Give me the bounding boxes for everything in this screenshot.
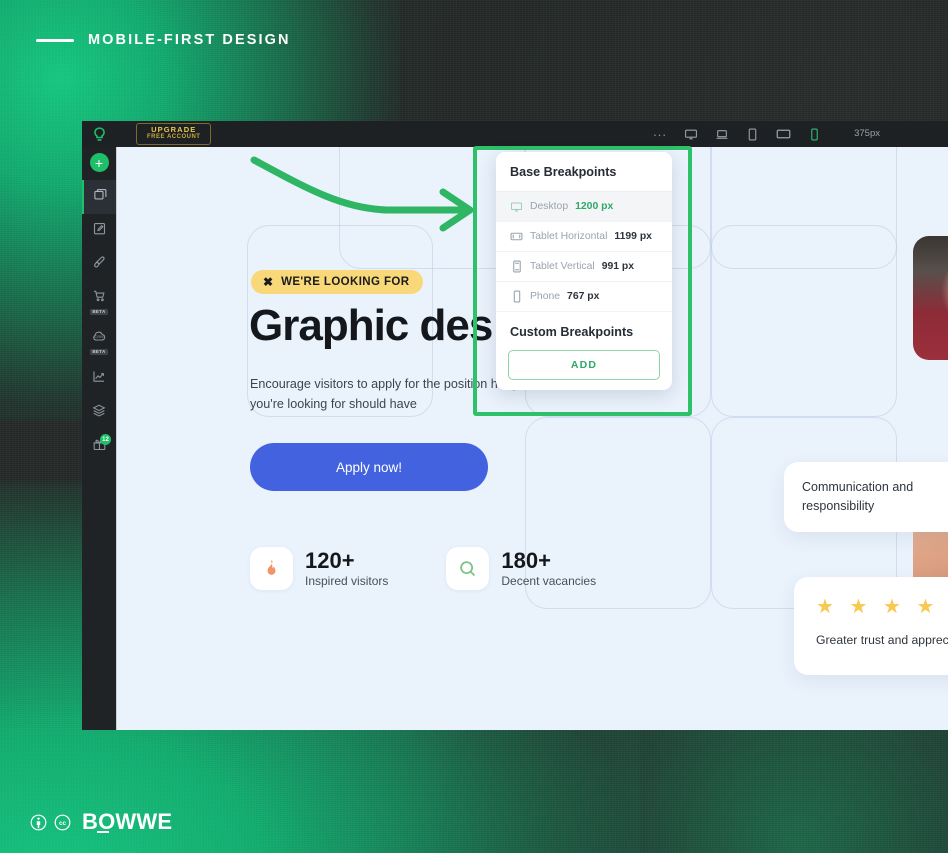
creative-commons-by-icon	[30, 814, 47, 831]
app-topbar: UPGRADE FREE ACCOUNT ... 375px	[82, 121, 948, 147]
breakpoints-panel[interactable]: Base Breakpoints Desktop 1200 px Tablet …	[496, 152, 672, 390]
svg-text:cc: cc	[59, 820, 67, 827]
sidebar-item-layers[interactable]	[82, 396, 116, 430]
bowwe-bulb-logo-icon[interactable]	[82, 121, 116, 147]
sidebar-item-pages[interactable]	[82, 180, 116, 214]
beta-badge: BETA	[89, 308, 109, 316]
crm-cloud-icon: CRM	[91, 329, 107, 348]
sidebar-item-design[interactable]	[82, 248, 116, 282]
stat-value: 120+	[305, 547, 355, 573]
layers-stack-icon	[91, 403, 107, 423]
search-magnifier-icon	[446, 547, 490, 590]
hero-heading: Graphic des	[249, 301, 493, 350]
breakpoint-value: 1200 px	[575, 201, 614, 212]
x-star-icon: ✖	[263, 275, 274, 289]
desktop-icon[interactable]	[683, 127, 698, 141]
stat-value: 180+	[501, 547, 551, 573]
page-header: MOBILE-FIRST DESIGN	[36, 32, 291, 48]
stat-label: Decent vacancies	[501, 574, 597, 589]
creative-commons-icon: cc	[54, 814, 71, 831]
breakpoint-value: 767 px	[567, 291, 600, 302]
more-options-icon[interactable]: ...	[653, 125, 667, 139]
add-element-button[interactable]: +	[89, 153, 109, 172]
tablet-horizontal-icon[interactable]	[776, 127, 791, 141]
breakpoint-value: 1199 px	[614, 231, 652, 242]
communication-card: Communication and responsibility	[784, 462, 948, 532]
paintbrush-icon	[92, 255, 107, 275]
breakpoint-label: Tablet Horizontal	[530, 231, 608, 242]
breakpoint-label: Tablet Vertical	[530, 261, 595, 272]
shopping-cart-icon	[92, 289, 107, 308]
communication-label: Communication and responsibility	[802, 480, 914, 513]
bowwe-wordmark: BOWWE	[82, 809, 172, 835]
phone-icon	[510, 290, 523, 303]
looking-for-badge: ✖ WE'RE LOOKING FOR	[251, 270, 424, 294]
device-switcher: ...	[653, 121, 822, 147]
star-rating: ★ ★ ★ ★ ★	[816, 596, 948, 618]
gift-count-badge: 12	[100, 434, 111, 445]
breakpoint-row-tablet-horizontal[interactable]: Tablet Horizontal 1199 px	[496, 222, 672, 252]
sidebar-item-analytics[interactable]	[82, 362, 116, 396]
sidebar-rail: + BETA CRM BETA 12	[82, 147, 116, 730]
custom-breakpoints-title: Custom Breakpoints	[510, 325, 634, 339]
bowwe-underline	[97, 831, 109, 833]
upgrade-sub-label: FREE ACCOUNT	[147, 134, 201, 141]
breakpoint-row-tablet-vertical[interactable]: Tablet Vertical 991 px	[496, 252, 672, 282]
edit-square-icon	[92, 221, 107, 241]
breakpoint-label: Phone	[530, 291, 561, 302]
base-breakpoints-title: Base Breakpoints	[496, 152, 672, 192]
stat-label: Inspired visitors	[305, 574, 389, 589]
rating-card: ★ ★ ★ ★ ★ Greater trust and appreciation	[794, 577, 948, 675]
trust-label: Greater trust and appreciation	[816, 633, 948, 647]
viewport-width-label: 375px	[854, 128, 880, 139]
photo-woman-laughing	[913, 236, 948, 360]
header-rule	[36, 38, 74, 42]
apply-now-button[interactable]: Apply now!	[250, 443, 488, 491]
pages-icon	[93, 187, 108, 207]
looking-for-label: WE'RE LOOKING FOR	[281, 276, 410, 288]
stat-inspired-visitors: 120+ Inspired visitors	[250, 547, 388, 590]
stat-decent-vacancies: 180+ Decent vacancies	[446, 547, 596, 590]
sidebar-item-crm[interactable]: CRM BETA	[82, 322, 116, 362]
analytics-chart-icon	[91, 369, 107, 389]
bowwe-brand-label: BOWWE	[82, 809, 173, 834]
stats-row: 120+ Inspired visitors 180+ Decent vacan…	[250, 547, 596, 590]
upgrade-button[interactable]: UPGRADE FREE ACCOUNT	[136, 123, 212, 145]
sidebar-item-edit[interactable]	[82, 214, 116, 248]
breakpoint-row-phone[interactable]: Phone 767 px	[496, 282, 672, 312]
laptop-icon[interactable]	[714, 127, 729, 141]
sidebar-item-gifts[interactable]: 12	[82, 430, 116, 464]
beta-badge: BETA	[89, 348, 109, 356]
desktop-icon	[510, 200, 523, 213]
tablet-vertical-icon	[510, 260, 523, 273]
flame-icon	[250, 547, 293, 590]
phone-icon[interactable]	[807, 127, 822, 141]
tablet-horizontal-icon	[510, 230, 523, 243]
upgrade-label: UPGRADE	[151, 125, 197, 135]
tablet-vertical-icon[interactable]	[745, 127, 760, 141]
breakpoint-row-desktop[interactable]: Desktop 1200 px	[496, 192, 672, 222]
svg-text:CRM: CRM	[95, 334, 104, 339]
sidebar-item-shop[interactable]: BETA	[82, 282, 116, 322]
breakpoint-value: 991 px	[601, 261, 635, 272]
add-breakpoint-button[interactable]: ADD	[508, 350, 660, 380]
breakpoint-label: Desktop	[530, 201, 569, 212]
page-title: MOBILE-FIRST DESIGN	[88, 32, 291, 48]
footer: cc BOWWE	[30, 809, 172, 835]
